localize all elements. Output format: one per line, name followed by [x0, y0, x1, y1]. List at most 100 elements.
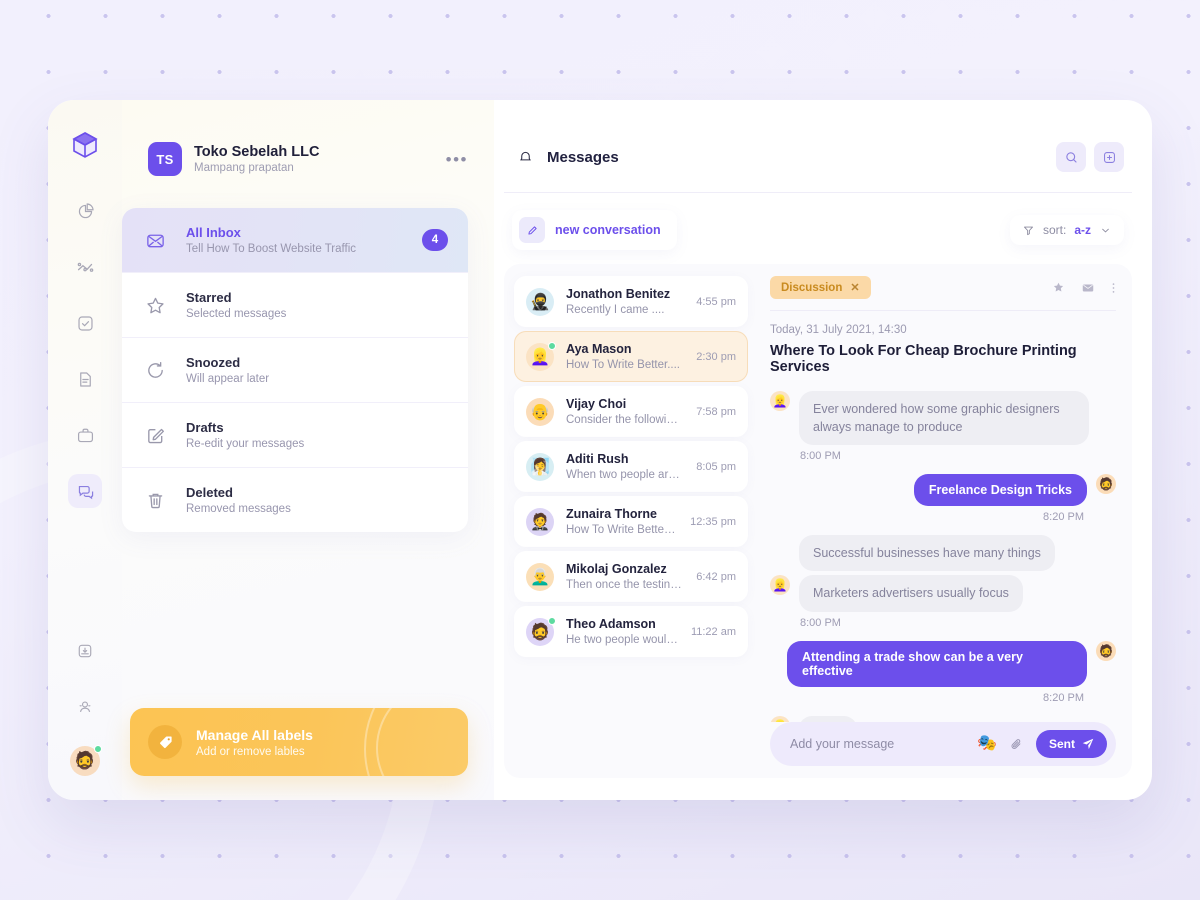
online-status-dot [548, 341, 556, 350]
sidebar-item-drafts[interactable]: Drafts Re-edit your messages [122, 403, 468, 468]
star-icon [144, 294, 166, 316]
contact-name: Jonathon Benitez [566, 287, 671, 301]
icon-rail: 🧔 [48, 100, 122, 800]
avatar-emoji: 👴 [530, 403, 550, 421]
emoji-face-icon[interactable]: 🎭 [977, 736, 997, 752]
list-item[interactable]: 👱‍♀️ Aya Mason How To Write Better.... 2… [514, 331, 748, 382]
close-x-icon[interactable]: ✕ [850, 281, 859, 294]
chevron-down-icon[interactable] [1099, 224, 1112, 237]
sort-control[interactable]: sort: a-z [1009, 215, 1124, 245]
sidebar-item-snoozed[interactable]: Snoozed Will appear later [122, 338, 468, 403]
unread-badge: 4 [422, 229, 448, 251]
message-bubble: Successful businesses have many things [799, 535, 1055, 572]
inbox-sidebar: TS Toko Sebelah LLC Mampang prapatan •••… [122, 100, 494, 800]
message-row-incoming: 👱‍♀️ Ever wondered how some graphic desi… [770, 391, 1116, 446]
pie-chart-icon[interactable] [68, 194, 102, 228]
timestamp: 2:30 pm [696, 350, 736, 363]
message-preview: Recently I came .... [566, 304, 665, 316]
messages-area: Messages new conversation sort: a-z 🥷 Jo… [494, 100, 1152, 800]
sidebar-item-deleted[interactable]: Deleted Removed messages [122, 468, 468, 532]
message-row-incoming: Successful businesses have many things [770, 535, 1116, 572]
list-item[interactable]: 👴 Vijay Choi Consider the following.... … [514, 386, 748, 437]
message-row-outgoing: Freelance Design Tricks 🧔 [770, 474, 1116, 507]
message-preview: How To Write Better.... [566, 359, 680, 371]
document-icon[interactable] [68, 362, 102, 396]
more-vertical-icon[interactable] [1111, 281, 1116, 295]
briefcase-icon[interactable] [68, 418, 102, 452]
message-input[interactable]: Add your message [790, 737, 965, 751]
star-icon[interactable] [1052, 281, 1065, 294]
list-item[interactable]: 🧔 Theo Adamson He two people would ... 1… [514, 606, 748, 657]
org-name: Toko Sebelah LLC [194, 143, 320, 160]
paper-plane-icon [1082, 738, 1094, 750]
contact-name: Aya Mason [566, 342, 632, 356]
inbox-tray-icon[interactable] [68, 634, 102, 668]
timestamp: 7:58 pm [696, 405, 736, 418]
ellipsis-icon[interactable]: ••• [446, 151, 468, 168]
message-preview: When two people are ... [566, 469, 685, 481]
send-label: Sent [1048, 737, 1075, 751]
list-item[interactable]: 🥷 Jonathon Benitez Recently I came .... … [514, 276, 748, 327]
status-badge[interactable]: Discussion ✕ [770, 276, 871, 299]
inbox-nav-card: All Inbox Tell How To Boost Website Traf… [122, 208, 468, 532]
nav-subtitle: Selected messages [186, 308, 287, 320]
message-bubble: Attending a trade show can be a very eff… [787, 640, 1087, 687]
paperclip-icon[interactable] [1009, 737, 1024, 752]
list-item[interactable]: 👨‍🦳 Mikolaj Gonzalez Then once the testi… [514, 551, 748, 602]
conversation-subject: Where To Look For Cheap Brochure Printin… [770, 343, 1077, 375]
chat-toolbar: Discussion ✕ [770, 276, 1116, 311]
sort-label: sort: [1042, 223, 1067, 237]
messages-subbar: new conversation sort: a-z [504, 193, 1132, 264]
conversation-list[interactable]: 🥷 Jonathon Benitez Recently I came .... … [504, 264, 756, 778]
avatar-emoji: 🤵 [530, 513, 550, 531]
avatar: 🥷 [526, 287, 554, 316]
avatar: 🧖‍♀️ [526, 452, 554, 481]
contact-name: Mikolaj Gonzalez [566, 562, 667, 576]
sidebar-item-all-inbox[interactable]: All Inbox Tell How To Boost Website Traf… [122, 208, 468, 273]
avatar[interactable]: 🧔 [70, 745, 102, 776]
trash-icon [144, 489, 166, 511]
tag-icon [148, 725, 182, 759]
nav-title: Starred [186, 290, 232, 305]
filter-funnel-icon [1022, 224, 1035, 237]
sidebar-item-messages[interactable] [68, 474, 102, 508]
search-icon[interactable] [1056, 142, 1086, 172]
send-button[interactable]: Sent [1035, 730, 1107, 758]
avatar: 👱‍♀️ [770, 715, 790, 723]
message-bubble: Marketers advertisers usually focus [799, 575, 1023, 612]
nav-subtitle: Removed messages [186, 503, 291, 515]
message-composer[interactable]: Add your message 🎭 Sent [770, 722, 1116, 766]
avatar: 🧔 [526, 616, 556, 646]
nav-subtitle: Will appear later [186, 373, 270, 385]
pencil-square-icon [144, 424, 166, 446]
list-item[interactable]: 🧖‍♀️ Aditi Rush When two people are ... … [514, 441, 748, 492]
message-preview: Consider the following.... [566, 414, 685, 426]
add-square-icon[interactable] [1094, 142, 1124, 172]
avatar-spacer [770, 535, 790, 555]
organization-header[interactable]: TS Toko Sebelah LLC Mampang prapatan ••• [122, 142, 468, 176]
avatar-emoji: 👱‍♀️ [773, 719, 788, 723]
pencil-icon [519, 217, 545, 243]
message-row-incoming: 👱‍♀️ Marketers advertisers usually focus [770, 575, 1116, 612]
sort-value: a-z [1074, 223, 1091, 237]
new-conversation-button[interactable]: new conversation [512, 210, 677, 250]
bell-outline-icon [512, 144, 538, 170]
inbox-envelope-icon [144, 229, 166, 251]
sidebar-item-starred[interactable]: Starred Selected messages [122, 273, 468, 338]
checkbox-tasks-icon[interactable] [68, 306, 102, 340]
activity-zigzag-icon[interactable] [68, 250, 102, 284]
message-thread: 👱‍♀️ Ever wondered how some graphic desi… [770, 391, 1116, 722]
message-preview: How To Write Better.... [566, 524, 679, 536]
new-conversation-label: new conversation [555, 223, 661, 237]
contact-name: Vijay Choi [566, 397, 627, 411]
message-row-outgoing: Attending a trade show can be a very eff… [770, 640, 1116, 687]
timestamp: 8:05 pm [696, 460, 736, 473]
nav-subtitle: Re-edit your messages [186, 438, 305, 450]
nav-title: Drafts [186, 420, 224, 435]
user-group-icon[interactable] [68, 690, 102, 724]
mail-icon[interactable] [1081, 281, 1095, 295]
manage-labels-card[interactable]: Manage All labels Add or remove lables [130, 708, 468, 776]
list-item[interactable]: 🤵 Zunaira Thorne How To Write Better....… [514, 496, 748, 547]
panes: 🥷 Jonathon Benitez Recently I came .... … [504, 264, 1132, 778]
avatar-emoji: 🥷 [530, 293, 550, 311]
